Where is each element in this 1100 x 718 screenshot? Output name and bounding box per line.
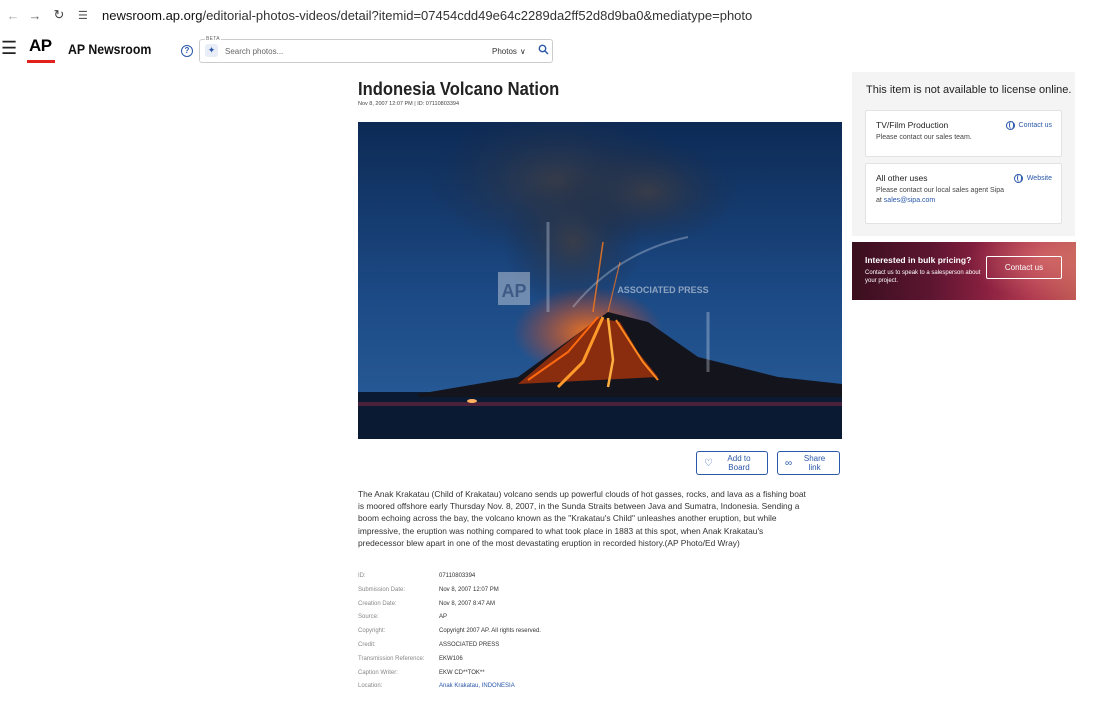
site-header: ☰ AP AP Newsroom ? BETA ✦ Photos∨ bbox=[0, 34, 1100, 66]
globe-icon bbox=[1005, 121, 1015, 130]
watermark-text: ASSOCIATED PRESS bbox=[617, 285, 708, 295]
detail-row: Copyright: Copyright 2007 AP. All rights … bbox=[358, 628, 541, 642]
detail-value: ASSOCIATED PRESS bbox=[439, 641, 500, 648]
share-link-label: Share link bbox=[803, 454, 826, 472]
website-link[interactable]: Website bbox=[1013, 174, 1052, 183]
contact-us-label: Contact us bbox=[1018, 122, 1052, 129]
back-arrow-icon[interactable]: ← bbox=[2, 8, 24, 23]
hamburger-menu-icon[interactable]: ☰ bbox=[1, 39, 17, 57]
bulk-pricing-headline: Interested in bulk pricing? bbox=[865, 255, 972, 265]
share-link-button[interactable]: ∞ Share link bbox=[777, 451, 840, 475]
license-panel-title: This item is not available to license on… bbox=[866, 84, 1072, 96]
volcano-photo: AP ASSOCIATED PRESS bbox=[358, 122, 842, 439]
detail-label: Caption Writer: bbox=[358, 669, 398, 676]
detail-label: Transmission Reference: bbox=[358, 655, 425, 662]
bulk-contact-us-button[interactable]: Contact us bbox=[986, 256, 1062, 279]
globe-icon bbox=[1013, 174, 1023, 183]
logo-underline bbox=[27, 60, 55, 63]
bulk-pricing-banner: Interested in bulk pricing? Contact us t… bbox=[852, 242, 1076, 300]
website-label: Website bbox=[1026, 175, 1052, 182]
detail-label: Source: bbox=[358, 614, 379, 621]
contact-us-link[interactable]: Contact us bbox=[1005, 121, 1052, 130]
details-table: ID: 07110803394 Submission Date: Nov 8, 20… bbox=[358, 573, 541, 697]
detail-row: Caption Writer: EKW CD**TOK** bbox=[358, 670, 541, 684]
heart-icon: ♡ bbox=[704, 457, 713, 469]
page-title: Indonesia Volcano Nation bbox=[358, 79, 560, 99]
other-uses-heading: All other uses bbox=[876, 173, 928, 183]
detail-row: Credit: ASSOCIATED PRESS bbox=[358, 642, 541, 656]
chevron-down-icon: ∨ bbox=[519, 47, 526, 56]
help-icon[interactable]: ? bbox=[181, 45, 193, 57]
address-bar[interactable]: newsroom.ap.org/editorial-photos-videos/… bbox=[102, 8, 752, 23]
tv-film-heading: TV/Film Production bbox=[876, 120, 949, 130]
search-input[interactable] bbox=[225, 44, 445, 58]
detail-value: Nov 8, 2007 8:47 AM bbox=[439, 600, 496, 607]
search-bar: BETA ✦ Photos∨ bbox=[199, 36, 553, 63]
other-uses-text: Please contact our local sales agent Sip… bbox=[876, 186, 1006, 206]
reload-icon[interactable]: ↻ bbox=[48, 7, 70, 23]
url-path: /editorial-photos-videos/detail?itemid=0… bbox=[202, 7, 753, 23]
detail-value: AP bbox=[439, 614, 448, 621]
ai-sparkle-icon: ✦ bbox=[205, 44, 218, 57]
photo[interactable]: AP ASSOCIATED PRESS bbox=[358, 122, 842, 439]
detail-row: Submission Date: Nov 8, 2007 12:07 PM bbox=[358, 587, 541, 601]
detail-label: Location: bbox=[358, 683, 383, 690]
search-icon[interactable] bbox=[538, 44, 549, 58]
media-type-value: Photos bbox=[492, 47, 517, 56]
tv-film-text: Please contact our sales team. bbox=[876, 134, 972, 141]
beta-badge: BETA bbox=[205, 36, 221, 42]
detail-label: Copyright: bbox=[358, 628, 386, 635]
detail-row: Creation Date: Nov 8, 2007 8:47 AM bbox=[358, 601, 541, 615]
photo-actions: ♡ Add to Board ∞ Share link bbox=[696, 451, 840, 475]
tv-film-card: TV/Film Production Please contact our sa… bbox=[865, 110, 1062, 157]
site-title[interactable]: AP Newsroom bbox=[68, 41, 151, 57]
location-link[interactable]: Anak Krakatau, INDONESIA bbox=[439, 683, 515, 697]
url-host: newsroom.ap.org bbox=[102, 7, 203, 23]
add-to-board-button[interactable]: ♡ Add to Board bbox=[696, 451, 768, 475]
sales-email-link[interactable]: sales@sipa.com bbox=[884, 197, 935, 204]
media-type-dropdown[interactable]: Photos ∨ bbox=[492, 47, 526, 56]
share-icon: ∞ bbox=[785, 457, 793, 469]
detail-label: Creation Date: bbox=[358, 600, 397, 607]
detail-row: ID: 07110803394 bbox=[358, 573, 541, 587]
detail-label: Credit: bbox=[358, 641, 376, 648]
detail-row: Location: Anak Krakatau, INDONESIA bbox=[358, 683, 541, 697]
item-meta: Nov 8, 2007 12:07 PM | ID: 07110803394 bbox=[358, 101, 460, 107]
photo-caption: The Anak Krakatau (Child of Krakatau) vo… bbox=[358, 489, 806, 548]
license-panel: This item is not available to license on… bbox=[852, 72, 1075, 236]
detail-row: Transmission Reference: EKW106 bbox=[358, 656, 541, 670]
detail-value: EKW CD**TOK** bbox=[439, 669, 485, 676]
bulk-pricing-text: Contact us to speak to a salesperson abo… bbox=[865, 270, 981, 284]
browser-toolbar: ← → ↻ ☰ newsroom.ap.org/editorial-photos… bbox=[0, 0, 1100, 30]
ap-logo[interactable]: AP bbox=[29, 36, 52, 56]
detail-value: 07110803394 bbox=[439, 573, 476, 579]
detail-value: Copyright 2007 AP. All rights reserved. bbox=[439, 628, 541, 635]
site-info-icon[interactable]: ☰ bbox=[78, 9, 98, 22]
detail-row: Source: AP bbox=[358, 614, 541, 628]
detail-value: Nov 8, 2007 12:07 PM bbox=[439, 586, 499, 593]
detail-label: Submission Date: bbox=[358, 586, 406, 593]
watermark-logo: AP bbox=[501, 281, 526, 301]
detail-label: ID: bbox=[358, 573, 366, 579]
forward-arrow-icon[interactable]: → bbox=[24, 8, 46, 23]
detail-value: EKW106 bbox=[439, 655, 463, 662]
add-to-board-label: Add to Board bbox=[727, 454, 751, 472]
other-uses-card: All other uses Please contact our local … bbox=[865, 163, 1062, 224]
